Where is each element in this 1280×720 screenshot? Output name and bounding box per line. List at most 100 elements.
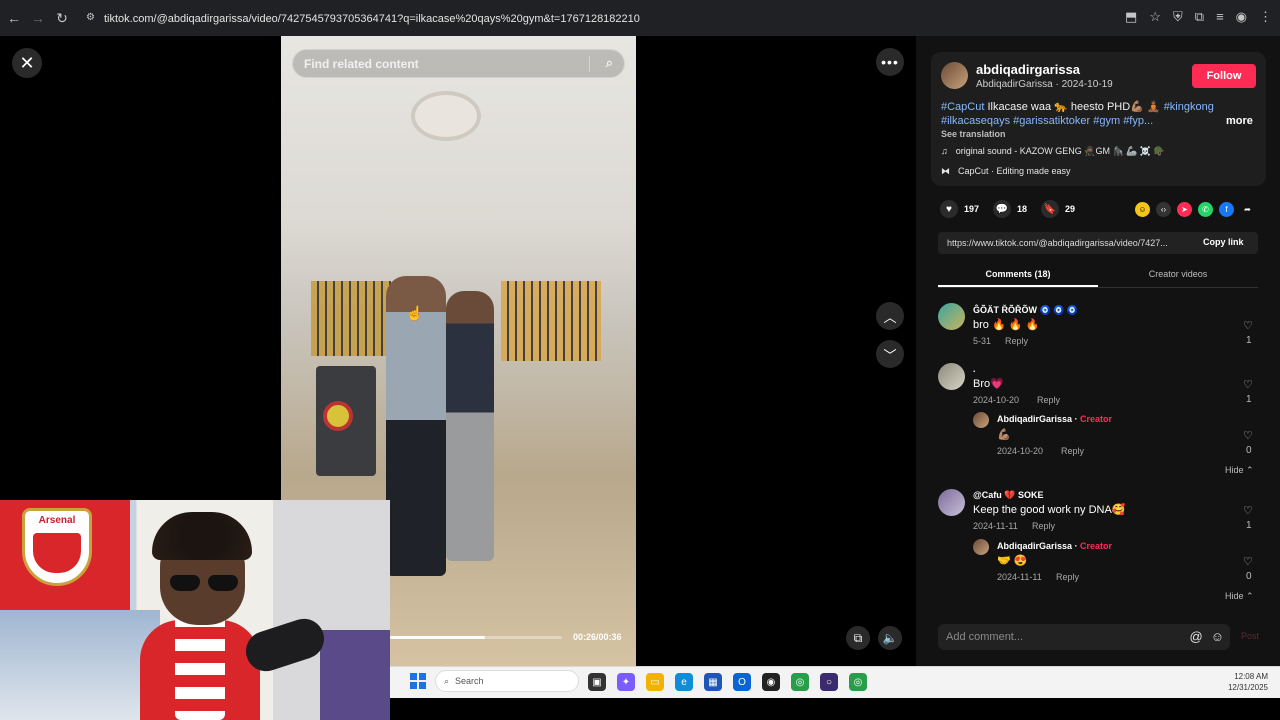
outlook-icon[interactable]: O (733, 673, 751, 691)
reply-date: 2024-11-11 (997, 572, 1042, 582)
share-friends-icon[interactable]: ☺ (1135, 202, 1150, 217)
media-control-icon[interactable]: ≡ (1216, 9, 1224, 25)
app-circle-icon[interactable]: ○ (820, 673, 838, 691)
forward-arrow-icon[interactable]: → (26, 10, 50, 26)
tab-comments[interactable]: Comments (18) (938, 262, 1098, 287)
post-comment-button[interactable]: Post (1241, 631, 1259, 641)
heart-icon: ♥ (940, 200, 958, 218)
add-comment-input[interactable]: Add comment... @ ☺ (938, 624, 1230, 650)
previous-video-button[interactable]: ︿ (876, 302, 904, 330)
browser-actions: ⬒ ☆ ⛨ ⧉ ≡ ◉ ⋮ (1125, 9, 1272, 25)
reply-author[interactable]: AbdiqadirGarissa · Creator (997, 414, 1112, 424)
capcut-row[interactable]: ⧓ CapCut · Editing made easy (941, 166, 1071, 177)
reply-like-icon[interactable]: ♡ (1243, 555, 1253, 568)
comment-like-icon[interactable]: ♡ (1243, 319, 1253, 332)
comment-like-count: 1 (1246, 520, 1252, 531)
chevron-down-icon: ﹀ (883, 347, 897, 363)
taskbar-clock[interactable]: 12:08 AM 12/31/2025 (1222, 671, 1268, 693)
hashtag-kingkong[interactable]: #kingkong (1164, 101, 1214, 113)
task-view-icon[interactable]: ▣ (588, 673, 606, 691)
post-caption: #CapCut Ilkacase waa 🐆 heesto PHD💪🏽 🧘🏾 #… (941, 100, 1221, 128)
taskbar-search[interactable]: ⌕ Search (435, 670, 579, 692)
speaker-icon: 🔈 (882, 631, 898, 645)
store-icon[interactable]: ▦ (704, 673, 722, 691)
more-dots-icon: ••• (881, 54, 899, 70)
comment-stat[interactable]: 💬 18 (993, 200, 1027, 218)
reply-button[interactable]: Reply (1032, 521, 1055, 531)
reload-icon[interactable]: ↻ (50, 10, 74, 27)
creator-badge: Creator (1080, 541, 1113, 551)
browser-toolbar: ← → ↻ ⚙ tiktok.com/@abdiqadirgarissa/vid… (0, 0, 1280, 36)
video-progress-bar[interactable] (390, 636, 562, 639)
creator-display-line: AbdiqadirGarissa · 2024-10-19 (976, 79, 1113, 90)
copilot-icon[interactable]: ✦ (617, 673, 635, 691)
see-translation-link[interactable]: See translation (941, 129, 1006, 139)
address-bar[interactable]: ⚙ tiktok.com/@abdiqadirgarissa/video/742… (80, 6, 1140, 31)
comment-like-icon[interactable]: ♡ (1243, 504, 1253, 517)
volume-button[interactable]: 🔈 (878, 626, 902, 650)
arsenal-crest-icon: Arsenal (22, 508, 92, 586)
whatsapp-icon[interactable]: ✆ (1198, 202, 1213, 217)
mention-icon[interactable]: @ (1190, 629, 1203, 644)
chrome-icon[interactable]: ◎ (791, 673, 809, 691)
profile-icon[interactable]: ◉ (1236, 9, 1247, 25)
file-explorer-icon[interactable]: ▭ (646, 673, 664, 691)
purple-shelf (320, 630, 390, 720)
follow-button[interactable]: Follow (1192, 64, 1256, 88)
related-search-input[interactable]: Find related content ⌕ (292, 49, 625, 78)
reply-author[interactable]: AbdiqadirGarissa · Creator (997, 541, 1112, 551)
comment-author[interactable]: . (973, 364, 976, 374)
floating-player-button[interactable]: ⧉ (846, 626, 870, 650)
comment-author[interactable]: ĜÕÄT ŘÕŘÕW 🧿 🧿 🧿 (973, 305, 1078, 316)
embed-code-icon[interactable]: ‹› (1156, 202, 1171, 217)
creator-reply-avatar[interactable] (973, 412, 989, 428)
caption-more-link[interactable]: more (1226, 115, 1253, 127)
creator-avatar[interactable] (941, 62, 968, 89)
windows-start-icon[interactable] (410, 673, 426, 689)
like-stat[interactable]: ♥ 197 (940, 200, 979, 218)
reply-text: 🤝 😍 (997, 555, 1028, 567)
creator-username[interactable]: abdiqadirgarissa (976, 62, 1080, 77)
commenter-avatar[interactable] (938, 303, 965, 330)
hashtag-capcut[interactable]: #CapCut (941, 101, 984, 113)
creator-badge: Creator (1080, 414, 1113, 424)
caption-text: Ilkacase waa 🐆 heesto PHD💪🏽 🧘🏾 (984, 101, 1164, 113)
reply-button[interactable]: Reply (1056, 572, 1079, 582)
shield-extension-icon[interactable]: ⛨ (1173, 9, 1183, 25)
hide-replies-button[interactable]: Hide ⌃ (1225, 591, 1254, 602)
send-message-icon[interactable]: ➤ (1177, 202, 1192, 217)
copy-link-button[interactable]: Copy link (1203, 237, 1244, 247)
facebook-icon[interactable]: f (1219, 202, 1234, 217)
reply-button[interactable]: Reply (1061, 446, 1084, 456)
comment-author[interactable]: @Cafu 💔 SOKE (973, 490, 1044, 501)
back-arrow-icon[interactable]: ← (2, 10, 26, 26)
hashtags-line[interactable]: #ilkacaseqays #garissatiktoker #gym #fyp… (941, 115, 1153, 127)
hide-replies-button[interactable]: Hide ⌃ (1225, 465, 1254, 476)
creator-reply-avatar[interactable] (973, 539, 989, 555)
next-video-button[interactable]: ﹀ (876, 340, 904, 368)
share-arrow-icon[interactable]: ➦ (1240, 202, 1255, 217)
install-app-icon[interactable]: ⬒ (1125, 9, 1137, 25)
reply-button[interactable]: Reply (1037, 395, 1060, 405)
microphone (240, 613, 330, 677)
edge-icon[interactable]: e (675, 673, 693, 691)
close-video-button[interactable]: ✕ (12, 48, 42, 78)
reply-button[interactable]: Reply (1005, 336, 1028, 346)
music-row[interactable]: ♫ original sound - KAZOW GENG 🥷🏾GM 🦍 🦾 ☠… (941, 146, 1165, 157)
commenter-avatar[interactable] (938, 489, 965, 516)
more-options-button[interactable]: ••• (876, 48, 904, 76)
search-icon[interactable]: ⌕ (606, 55, 613, 71)
save-stat[interactable]: 🔖 29 (1041, 200, 1075, 218)
chrome-alt-icon[interactable]: ◎ (849, 673, 867, 691)
obs-icon[interactable]: ◉ (762, 673, 780, 691)
commenter-avatar[interactable] (938, 363, 965, 390)
reply-like-icon[interactable]: ♡ (1243, 429, 1253, 442)
site-settings-icon[interactable]: ⚙ (86, 12, 98, 24)
tab-creator-videos[interactable]: Creator videos (1098, 262, 1258, 287)
comment-like-icon[interactable]: ♡ (1243, 378, 1253, 391)
gym-window-right (501, 281, 601, 361)
extensions-puzzle-icon[interactable]: ⧉ (1195, 9, 1204, 25)
bookmark-star-icon[interactable]: ☆ (1149, 9, 1161, 25)
menu-kebab-icon[interactable]: ⋮ (1259, 9, 1272, 25)
emoji-icon[interactable]: ☺ (1211, 629, 1224, 644)
